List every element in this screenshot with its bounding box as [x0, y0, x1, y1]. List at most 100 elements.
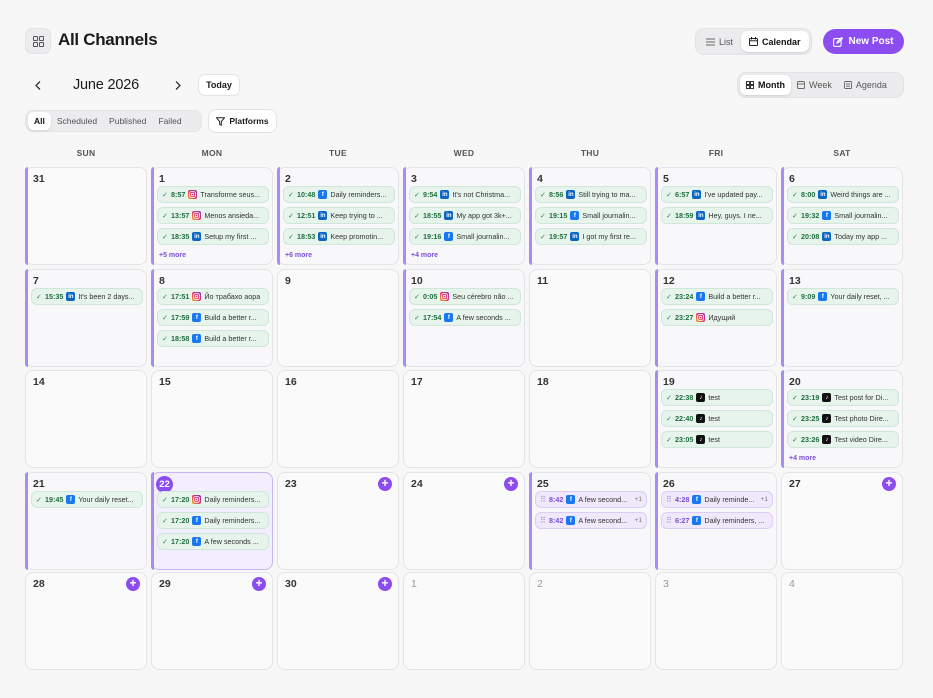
- day-cell[interactable]: 5 ✓ 6:57 in I've updated pay... ✓ 18:59 in Hey, …: [655, 167, 777, 265]
- day-cell[interactable]: 12 ✓ 23:24 f Build a better r... ✓ 23:27 Идущий: [655, 269, 777, 367]
- post-item[interactable]: ✓ 17:20 Daily reminders...: [157, 491, 269, 508]
- grid-menu-button[interactable]: [25, 28, 51, 54]
- post-item[interactable]: ✓ 9:09 f Your daily reset, ...: [787, 288, 899, 305]
- day-cell[interactable]: 29 +: [151, 572, 273, 670]
- more-posts-link[interactable]: +6 more: [285, 252, 312, 259]
- more-posts-link[interactable]: +4 more: [411, 252, 438, 259]
- post-item[interactable]: ⠿ 4:28 f Daily reminde... +1: [661, 491, 773, 508]
- more-posts-link[interactable]: +4 more: [789, 455, 816, 462]
- day-cell[interactable]: 9: [277, 269, 399, 367]
- post-item[interactable]: ✓ 18:35 in Setup my first ...: [157, 228, 269, 245]
- day-cell[interactable]: 22 ✓ 17:20 Daily reminders... ✓ 17:20 f Daily r…: [151, 472, 273, 570]
- add-post-icon[interactable]: +: [252, 577, 266, 591]
- post-item[interactable]: ✓ 8:00 in Weird things are ...: [787, 186, 899, 203]
- post-item[interactable]: ✓ 23:19 ♪ Test post for Di...: [787, 389, 899, 406]
- post-item[interactable]: ✓ 0:05 Seu cérebro não ...: [409, 288, 521, 305]
- new-post-button[interactable]: New Post: [823, 29, 904, 54]
- day-cell[interactable]: 23 +: [277, 472, 399, 570]
- post-item[interactable]: ✓ 19:57 in I got my first re...: [535, 228, 647, 245]
- filter-all[interactable]: All: [28, 112, 51, 130]
- post-item[interactable]: ✓ 13:57 Menos ansieda...: [157, 207, 269, 224]
- post-item[interactable]: ✓ 12:51 in Keep trying to ...: [283, 207, 395, 224]
- list-view-button[interactable]: List: [698, 31, 741, 52]
- add-post-icon[interactable]: +: [378, 577, 392, 591]
- day-cell[interactable]: 16: [277, 370, 399, 468]
- day-cell[interactable]: 19 ✓ 22:38 ♪ test ✓ 22:40 ♪ test ✓ 23:05 ♪ test: [655, 370, 777, 468]
- post-item[interactable]: ✓ 23:05 ♪ test: [661, 431, 773, 448]
- post-item[interactable]: ✓ 22:40 ♪ test: [661, 410, 773, 427]
- post-item[interactable]: ✓ 15:35 in It's been 2 days...: [31, 288, 143, 305]
- filter-published[interactable]: Published: [103, 112, 152, 130]
- day-cell[interactable]: 4 ✓ 8:56 in Still trying to ma... ✓ 19:15 f Smal…: [529, 167, 651, 265]
- day-cell[interactable]: 14: [25, 370, 147, 468]
- day-cell[interactable]: 27 +: [781, 472, 903, 570]
- add-post-icon[interactable]: +: [504, 477, 518, 491]
- day-cell[interactable]: 8 ✓ 17:51 Йо трабахо аора ✓ 17:59 f Build a bet…: [151, 269, 273, 367]
- post-item[interactable]: ✓ 19:16 f Small journalin...: [409, 228, 521, 245]
- post-item[interactable]: ✓ 22:38 ♪ test: [661, 389, 773, 406]
- post-item[interactable]: ✓ 18:58 f Build a better r...: [157, 330, 269, 347]
- post-item[interactable]: ✓ 17:20 f A few seconds ...: [157, 533, 269, 550]
- day-cell[interactable]: 21 ✓ 19:45 f Your daily reset...: [25, 472, 147, 570]
- prev-month-button[interactable]: [31, 78, 45, 92]
- day-cell[interactable]: 11: [529, 269, 651, 367]
- day-cell[interactable]: 30 +: [277, 572, 399, 670]
- day-cell[interactable]: 1 ✓ 8:57 Transforme seus... ✓ 13:57 Menos ansi…: [151, 167, 273, 265]
- post-item[interactable]: ✓ 18:53 in Keep promotin...: [283, 228, 395, 245]
- more-posts-link[interactable]: +5 more: [159, 252, 186, 259]
- post-item[interactable]: ⠿ 6:27 f Daily reminders, ...: [661, 512, 773, 529]
- post-item[interactable]: ✓ 17:54 f A few seconds ...: [409, 309, 521, 326]
- calendar-view-button[interactable]: Calendar: [741, 31, 809, 52]
- post-item[interactable]: ✓ 17:59 f Build a better r...: [157, 309, 269, 326]
- day-cell[interactable]: 4: [781, 572, 903, 670]
- post-item[interactable]: ✓ 19:45 f Your daily reset...: [31, 491, 143, 508]
- post-item[interactable]: ✓ 17:51 Йо трабахо аора: [157, 288, 269, 305]
- day-cell[interactable]: 10 ✓ 0:05 Seu cérebro não ... ✓ 17:54 f A few s…: [403, 269, 525, 367]
- post-item[interactable]: ✓ 18:55 in My app got 3k+...: [409, 207, 521, 224]
- post-item[interactable]: ✓ 18:59 in Hey, guys. I ne...: [661, 207, 773, 224]
- day-cell[interactable]: 3: [655, 572, 777, 670]
- day-cell[interactable]: 18: [529, 370, 651, 468]
- day-cell[interactable]: 2 ✓ 10:48 f Daily reminders... ✓ 12:51 in Keep t…: [277, 167, 399, 265]
- post-item[interactable]: ✓ 19:32 f Small journalin...: [787, 207, 899, 224]
- today-button[interactable]: Today: [198, 74, 240, 96]
- add-post-icon[interactable]: +: [378, 477, 392, 491]
- platforms-filter-button[interactable]: Platforms: [208, 109, 277, 133]
- day-cell[interactable]: 13 ✓ 9:09 f Your daily reset, ...: [781, 269, 903, 367]
- day-cell[interactable]: 3 ✓ 9:54 in It's not Christma... ✓ 18:55 in My a…: [403, 167, 525, 265]
- post-item[interactable]: ✓ 23:27 Идущий: [661, 309, 773, 326]
- day-cell[interactable]: 26 ⠿ 4:28 f Daily reminde... +1 ⠿ 6:27 f Daily re…: [655, 472, 777, 570]
- post-item[interactable]: ✓ 23:26 ♪ Test video Dire...: [787, 431, 899, 448]
- post-item[interactable]: ✓ 9:54 in It's not Christma...: [409, 186, 521, 203]
- day-cell[interactable]: 7 ✓ 15:35 in It's been 2 days...: [25, 269, 147, 367]
- day-cell[interactable]: 2: [529, 572, 651, 670]
- day-cell[interactable]: 6 ✓ 8:00 in Weird things are ... ✓ 19:32 f Small…: [781, 167, 903, 265]
- post-item[interactable]: ✓ 20:08 in Today my app ...: [787, 228, 899, 245]
- day-cell[interactable]: 20 ✓ 23:19 ♪ Test post for Di... ✓ 23:25 ♪ Test …: [781, 370, 903, 468]
- day-cell[interactable]: 25 ⠿ 8:42 f A few second... +1 ⠿ 8:42 f A few sec…: [529, 472, 651, 570]
- day-cell[interactable]: 28 +: [25, 572, 147, 670]
- post-item[interactable]: ⠿ 8:42 f A few second... +1: [535, 512, 647, 529]
- post-item[interactable]: ✓ 10:48 f Daily reminders...: [283, 186, 395, 203]
- day-cell[interactable]: 17: [403, 370, 525, 468]
- post-item[interactable]: ⠿ 8:42 f A few second... +1: [535, 491, 647, 508]
- month-range-button[interactable]: Month: [740, 75, 791, 95]
- add-post-icon[interactable]: +: [882, 477, 896, 491]
- agenda-range-button[interactable]: Agenda: [838, 75, 893, 95]
- filter-failed[interactable]: Failed: [152, 112, 187, 130]
- post-item[interactable]: ✓ 19:15 f Small journalin...: [535, 207, 647, 224]
- next-month-button[interactable]: [171, 78, 185, 92]
- day-cell[interactable]: 24 +: [403, 472, 525, 570]
- post-item[interactable]: ✓ 23:24 f Build a better r...: [661, 288, 773, 305]
- post-item[interactable]: ✓ 17:20 f Daily reminders...: [157, 512, 269, 529]
- post-item[interactable]: ✓ 8:56 in Still trying to ma...: [535, 186, 647, 203]
- day-cell[interactable]: 15: [151, 370, 273, 468]
- add-post-icon[interactable]: +: [126, 577, 140, 591]
- post-item[interactable]: ✓ 6:57 in I've updated pay...: [661, 186, 773, 203]
- day-cell[interactable]: 1: [403, 572, 525, 670]
- day-cell[interactable]: 31: [25, 167, 147, 265]
- post-item[interactable]: ✓ 8:57 Transforme seus...: [157, 186, 269, 203]
- post-item[interactable]: ✓ 23:25 ♪ Test photo Dire...: [787, 410, 899, 427]
- filter-scheduled[interactable]: Scheduled: [51, 112, 103, 130]
- week-range-button[interactable]: Week: [791, 75, 838, 95]
